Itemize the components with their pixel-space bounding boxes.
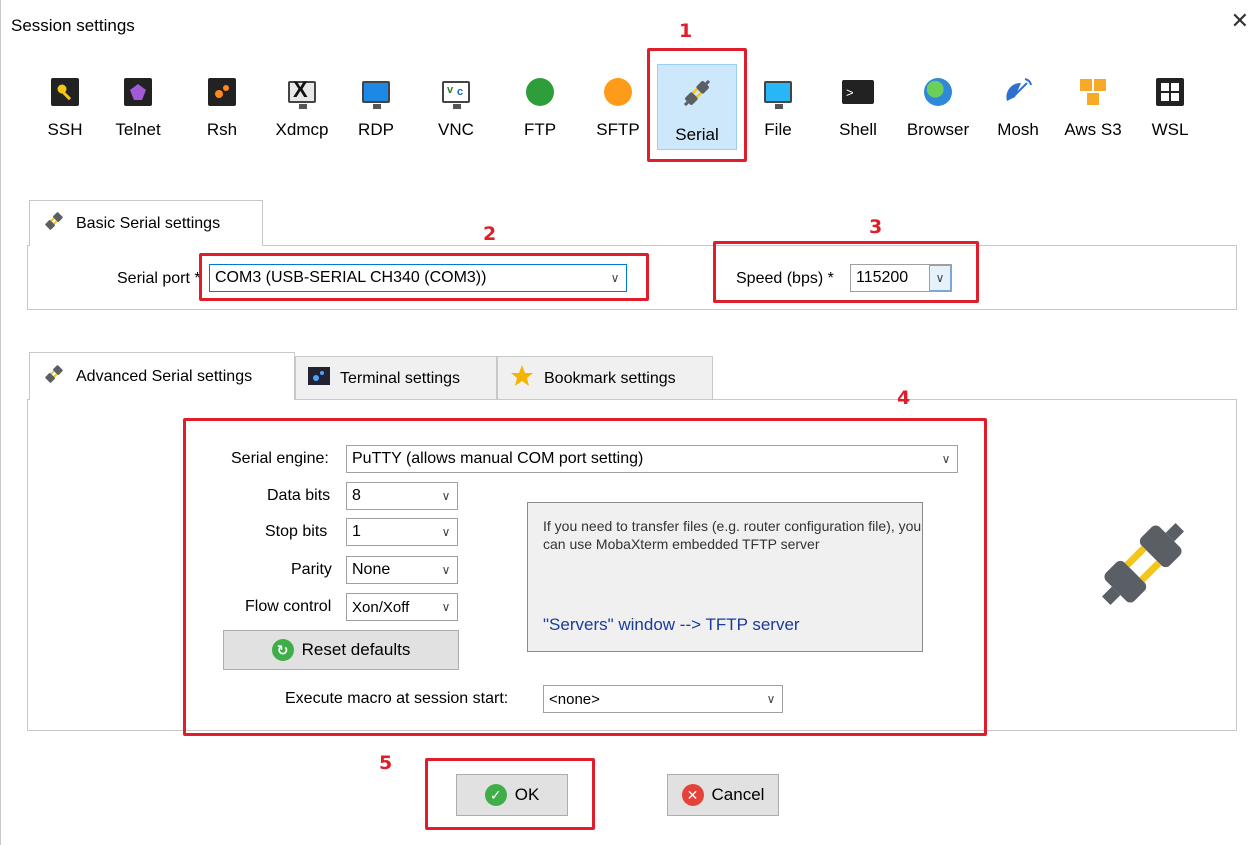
- macro-select[interactable]: <none> ∨: [543, 685, 783, 713]
- key-icon: [47, 74, 83, 110]
- protocol-shell[interactable]: > Shell: [827, 64, 889, 154]
- cancel-x-icon: ✕: [681, 784, 704, 806]
- reset-defaults-button[interactable]: ↻ Reset defaults: [223, 630, 459, 670]
- serial-engine-label: Serial engine:: [231, 450, 329, 467]
- protocol-wsl[interactable]: WSL: [1139, 64, 1201, 154]
- protocol-aws-s3[interactable]: Aws S3: [1053, 64, 1133, 154]
- protocol-browser[interactable]: Browser: [897, 64, 979, 154]
- tab-basic-serial-settings[interactable]: Basic Serial settings: [29, 200, 263, 246]
- plug-icon: [42, 362, 66, 391]
- annotation-number-5: 5: [379, 752, 393, 774]
- protocol-serial[interactable]: Serial: [657, 64, 737, 150]
- protocol-ssh[interactable]: SSH: [34, 64, 96, 154]
- gem-icon: [120, 74, 156, 110]
- title-bar: Session settings ✕: [1, 0, 1260, 50]
- protocol-rsh[interactable]: Rsh: [191, 64, 253, 154]
- globe-blue-icon: [920, 74, 956, 110]
- flow-control-label: Flow control: [245, 598, 332, 615]
- chevron-down-icon: ∨: [441, 489, 451, 503]
- protocol-rdp[interactable]: RDP: [345, 64, 407, 154]
- ok-button[interactable]: ✓ OK: [456, 774, 568, 816]
- dialog-title: Session settings: [11, 16, 135, 35]
- speed-select[interactable]: 115200 ∨: [850, 264, 952, 292]
- chevron-down-icon: ∨: [610, 271, 620, 285]
- flow-control-select[interactable]: Xon/Xoff ∨: [346, 593, 458, 621]
- stop-bits-label: Stop bits: [265, 523, 328, 540]
- data-bits-label: Data bits: [267, 487, 331, 504]
- protocol-ftp[interactable]: FTP: [509, 64, 571, 154]
- tftp-info-text: If you need to transfer files (e.g. rout…: [543, 518, 922, 552]
- protocol-telnet[interactable]: Telnet: [107, 64, 169, 154]
- serial-port-select[interactable]: COM3 (USB-SERIAL CH340 (COM3)) ∨: [209, 264, 627, 292]
- protocol-file[interactable]: File: [747, 64, 809, 154]
- chevron-down-icon: ∨: [941, 452, 951, 466]
- parity-label: Parity: [291, 561, 332, 578]
- plug-icon: [679, 75, 715, 111]
- macro-label: Execute macro at session start:: [285, 690, 509, 707]
- serial-port-label: Serial port *: [117, 270, 201, 287]
- parity-select[interactable]: None ∨: [346, 556, 458, 584]
- gears-icon: [204, 74, 240, 110]
- close-icon[interactable]: ✕: [1231, 10, 1249, 32]
- chevron-down-icon: ∨: [441, 563, 451, 577]
- protocol-sftp[interactable]: SFTP: [587, 64, 649, 154]
- satellite-dish-icon: [1000, 74, 1036, 110]
- cubes-icon: [1075, 74, 1111, 110]
- data-bits-select[interactable]: 8 ∨: [346, 482, 458, 510]
- annotation-number-2: 2: [483, 223, 497, 245]
- windows-icon: [1152, 74, 1188, 110]
- tab-terminal-settings[interactable]: Terminal settings: [295, 356, 497, 400]
- session-settings-dialog: Session settings ✕ SSH Telnet Rsh X Xdmc…: [0, 0, 1260, 845]
- terminal-gears-icon: [308, 367, 330, 390]
- chevron-down-icon: ∨: [441, 525, 451, 539]
- chevron-down-icon: ∨: [766, 692, 776, 706]
- chevron-down-icon: ∨: [929, 265, 951, 291]
- serial-engine-select[interactable]: PuTTY (allows manual COM port setting) ∨: [346, 445, 958, 473]
- annotation-number-4: 4: [897, 387, 911, 409]
- star-icon: [510, 364, 534, 393]
- file-monitor-icon: [760, 74, 796, 110]
- windows-monitor-icon: [358, 74, 394, 110]
- annotation-number-1: 1: [679, 20, 693, 42]
- globe-orange-icon: [600, 74, 636, 110]
- annotation-number-3: 3: [869, 216, 883, 238]
- stop-bits-select[interactable]: 1 ∨: [346, 518, 458, 546]
- terminal-icon: >: [840, 74, 876, 110]
- checkmark-icon: ✓: [484, 784, 507, 806]
- refresh-icon: ↻: [271, 639, 294, 661]
- speed-label: Speed (bps) *: [736, 270, 834, 287]
- plug-icon: [42, 209, 66, 238]
- tftp-info-box: If you need to transfer files (e.g. rout…: [527, 502, 923, 652]
- tab-bookmark-settings[interactable]: Bookmark settings: [497, 356, 713, 400]
- vnc-icon: vc: [438, 74, 474, 110]
- tab-advanced-serial-settings[interactable]: Advanced Serial settings: [29, 352, 295, 400]
- globe-green-icon: [522, 74, 558, 110]
- cancel-button[interactable]: ✕ Cancel: [667, 774, 779, 816]
- chevron-down-icon: ∨: [441, 600, 451, 614]
- protocol-xdmcp[interactable]: X Xdmcp: [271, 64, 333, 154]
- tftp-server-link[interactable]: "Servers" window --> TFTP server: [543, 615, 800, 635]
- protocol-vnc[interactable]: vc VNC: [425, 64, 487, 154]
- protocol-mosh[interactable]: Mosh: [987, 64, 1049, 154]
- x-window-icon: X: [284, 74, 320, 110]
- large-plug-icon: [1091, 512, 1195, 621]
